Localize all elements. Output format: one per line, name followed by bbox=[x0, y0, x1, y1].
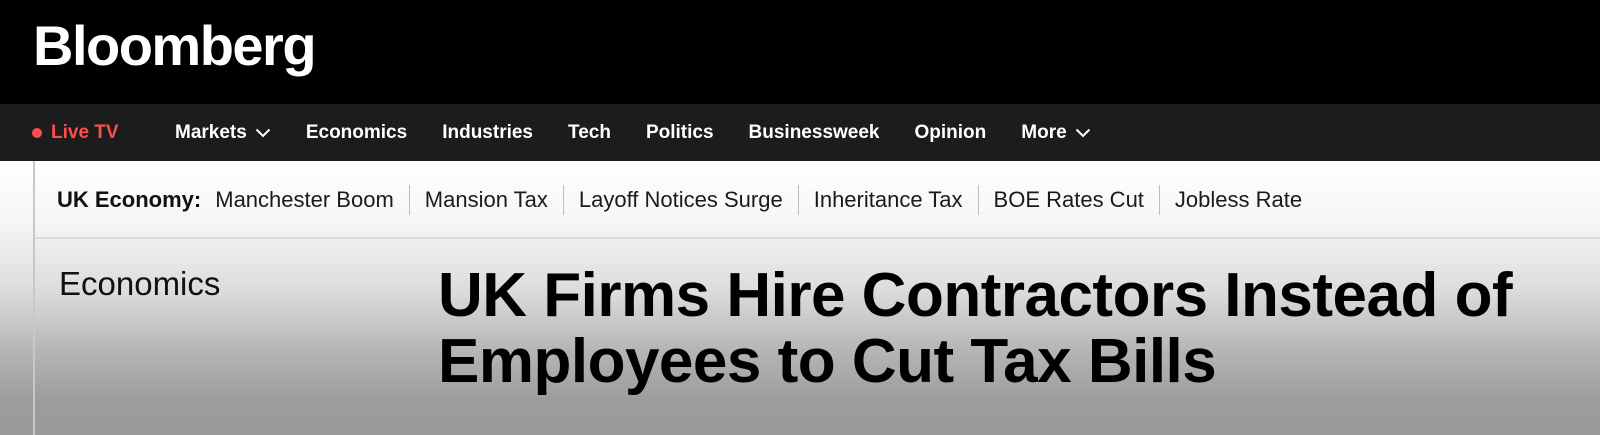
nav-item-businessweek[interactable]: Businessweek bbox=[749, 122, 880, 144]
chevron-down-icon bbox=[1075, 128, 1090, 137]
article-area: UK Economy: Manchester Boom Mansion Tax … bbox=[0, 161, 1600, 435]
nav-item-more[interactable]: More bbox=[1021, 122, 1090, 144]
live-tv-label: Live TV bbox=[51, 121, 119, 143]
topic-link-manchester-boom[interactable]: Manchester Boom bbox=[215, 185, 409, 215]
nav-item-politics[interactable]: Politics bbox=[646, 122, 714, 144]
topic-link-jobless-rate[interactable]: Jobless Rate bbox=[1158, 184, 1317, 215]
nav-item-label: Politics bbox=[645, 121, 714, 143]
topic-link-mansion-tax[interactable]: Mansion Tax bbox=[408, 184, 563, 215]
live-dot-icon bbox=[32, 127, 42, 138]
main-nav: Live TV Markets Economics Industries Tec… bbox=[0, 104, 1600, 161]
left-border bbox=[33, 161, 35, 435]
nav-item-label: Markets bbox=[175, 121, 247, 143]
article-headline: UK Firms Hire Contractors Instead of Emp… bbox=[438, 261, 1513, 396]
page: Bloomberg Live TV Markets Economics Indu… bbox=[0, 0, 1600, 435]
nav-item-label: Opinion bbox=[914, 121, 987, 143]
nav-items: Markets Economics Industries Tech Politi… bbox=[175, 104, 1126, 161]
topic-divider bbox=[35, 237, 1600, 239]
topic-link-boe-rates-cut[interactable]: BOE Rates Cut bbox=[977, 184, 1159, 215]
nav-item-tech[interactable]: Tech bbox=[568, 122, 611, 144]
live-tv-link[interactable]: Live TV bbox=[32, 104, 119, 161]
bloomberg-logo[interactable]: Bloomberg bbox=[33, 8, 317, 84]
nav-item-label: Industries bbox=[442, 121, 534, 143]
topic-link-layoff-notices-surge[interactable]: Layoff Notices Surge bbox=[562, 184, 798, 215]
masthead: Bloomberg bbox=[0, 0, 1600, 104]
nav-item-label: More bbox=[1021, 121, 1067, 143]
nav-item-label: Businessweek bbox=[748, 121, 880, 143]
nav-item-economics[interactable]: Economics bbox=[306, 122, 407, 144]
nav-item-industries[interactable]: Industries bbox=[442, 122, 533, 144]
nav-item-opinion[interactable]: Opinion bbox=[915, 122, 987, 144]
nav-item-label: Tech bbox=[568, 121, 611, 143]
chevron-down-icon bbox=[255, 128, 271, 137]
topic-link-inheritance-tax[interactable]: Inheritance Tax bbox=[797, 184, 978, 215]
section-label[interactable]: Economics bbox=[59, 264, 220, 304]
topic-label: UK Economy: bbox=[57, 186, 202, 212]
nav-item-markets[interactable]: Markets bbox=[175, 122, 271, 144]
nav-item-label: Economics bbox=[305, 121, 408, 143]
topic-bar: UK Economy: Manchester Boom Mansion Tax … bbox=[57, 161, 1317, 238]
